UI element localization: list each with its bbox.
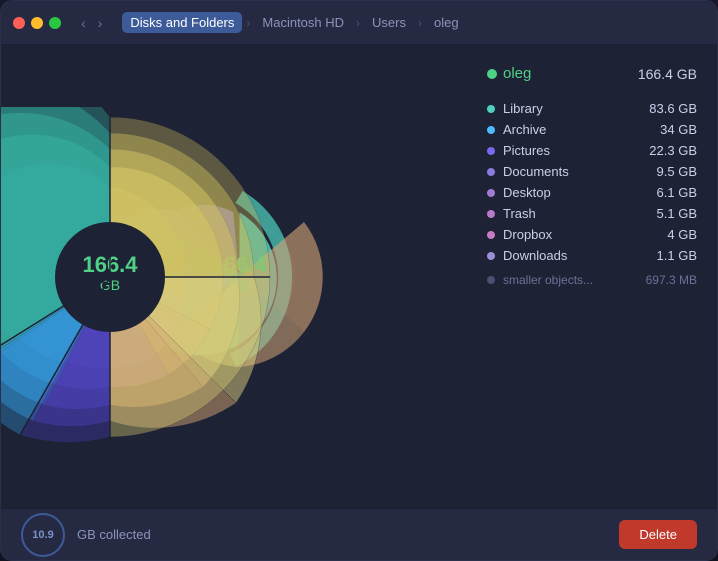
legend-item[interactable]: Desktop 6.1 GB bbox=[487, 182, 697, 203]
legend-root-name: oleg bbox=[503, 65, 531, 82]
legend-smaller-label: smaller objects... bbox=[503, 273, 593, 287]
legend-item[interactable]: Trash 5.1 GB bbox=[487, 203, 697, 224]
titlebar: ‹ › Disks and Folders › Macintosh HD › U… bbox=[1, 1, 717, 45]
legend-root-dot bbox=[487, 69, 497, 79]
legend-item-name: Dropbox bbox=[503, 227, 552, 242]
collected-label: GB collected bbox=[77, 527, 607, 542]
breadcrumb-sep-1: › bbox=[246, 16, 250, 30]
disk-chart-main[interactable]: 166.4 GB bbox=[1, 107, 280, 447]
legend-item-size: 6.1 GB bbox=[657, 185, 697, 200]
legend-item-size: 9.5 GB bbox=[657, 164, 697, 179]
legend-item-size: 83.6 GB bbox=[649, 101, 697, 116]
minimize-button[interactable] bbox=[31, 17, 43, 29]
legend-item-size: 5.1 GB bbox=[657, 206, 697, 221]
legend-item-dot bbox=[487, 210, 495, 218]
legend-item-name: Pictures bbox=[503, 143, 550, 158]
legend-item-size: 4 GB bbox=[667, 227, 697, 242]
nav-arrows: ‹ › bbox=[77, 13, 106, 33]
legend-smaller-objects: smaller objects... 697.3 MB bbox=[487, 270, 697, 290]
legend-item[interactable]: Downloads 1.1 GB bbox=[487, 245, 697, 266]
breadcrumb-sep-2: › bbox=[356, 16, 360, 30]
legend-panel: oleg 166.4 GB Library 83.6 GB Archive 34… bbox=[477, 45, 717, 508]
legend-item-dot bbox=[487, 147, 495, 155]
collected-value: 10.9 bbox=[32, 529, 53, 541]
breadcrumb: Disks and Folders › Macintosh HD › Users… bbox=[122, 12, 466, 33]
chart-area[interactable]: 166.4 GB bbox=[1, 45, 477, 508]
legend-item-dot bbox=[487, 126, 495, 134]
legend-item[interactable]: Dropbox 4 GB bbox=[487, 224, 697, 245]
legend-smaller-size: 697.3 MB bbox=[646, 273, 697, 287]
collected-badge: 10.9 bbox=[21, 513, 65, 557]
legend-item-dot bbox=[487, 252, 495, 260]
legend-item-dot bbox=[487, 168, 495, 176]
legend-root-size: 166.4 GB bbox=[638, 66, 697, 82]
legend-item-dot bbox=[487, 231, 495, 239]
legend-smaller-dot bbox=[487, 276, 495, 284]
legend-item[interactable]: Documents 9.5 GB bbox=[487, 161, 697, 182]
legend-items: Library 83.6 GB Archive 34 GB Pictures 2… bbox=[487, 98, 697, 266]
legend-item-name: Archive bbox=[503, 122, 546, 137]
legend-item-dot bbox=[487, 189, 495, 197]
legend-item-dot bbox=[487, 105, 495, 113]
legend-item-name: Library bbox=[503, 101, 543, 116]
close-button[interactable] bbox=[13, 17, 25, 29]
legend-item[interactable]: Archive 34 GB bbox=[487, 119, 697, 140]
legend-item-size: 34 GB bbox=[660, 122, 697, 137]
breadcrumb-macintosh[interactable]: Macintosh HD bbox=[254, 12, 352, 33]
breadcrumb-oleg[interactable]: oleg bbox=[426, 12, 467, 33]
legend-item[interactable]: Library 83.6 GB bbox=[487, 98, 697, 119]
legend-item-name: Trash bbox=[503, 206, 536, 221]
main-content: 166.4 GB bbox=[1, 45, 717, 508]
breadcrumb-sep-3: › bbox=[418, 16, 422, 30]
footer-bar: 10.9 GB collected Delete bbox=[1, 508, 717, 560]
legend-item-name: Downloads bbox=[503, 248, 567, 263]
legend-title: oleg bbox=[487, 65, 531, 82]
legend-header: oleg 166.4 GB bbox=[487, 65, 697, 86]
legend-item-size: 22.3 GB bbox=[649, 143, 697, 158]
breadcrumb-disks[interactable]: Disks and Folders bbox=[122, 12, 242, 33]
legend-item-name: Desktop bbox=[503, 185, 551, 200]
breadcrumb-users[interactable]: Users bbox=[364, 12, 414, 33]
legend-item-size: 1.1 GB bbox=[657, 248, 697, 263]
delete-button[interactable]: Delete bbox=[619, 520, 697, 549]
back-arrow[interactable]: ‹ bbox=[77, 13, 90, 33]
maximize-button[interactable] bbox=[49, 17, 61, 29]
legend-item-name: Documents bbox=[503, 164, 569, 179]
traffic-lights bbox=[13, 17, 61, 29]
forward-arrow[interactable]: › bbox=[94, 13, 107, 33]
legend-item[interactable]: Pictures 22.3 GB bbox=[487, 140, 697, 161]
app-window: ‹ › Disks and Folders › Macintosh HD › U… bbox=[0, 0, 718, 561]
